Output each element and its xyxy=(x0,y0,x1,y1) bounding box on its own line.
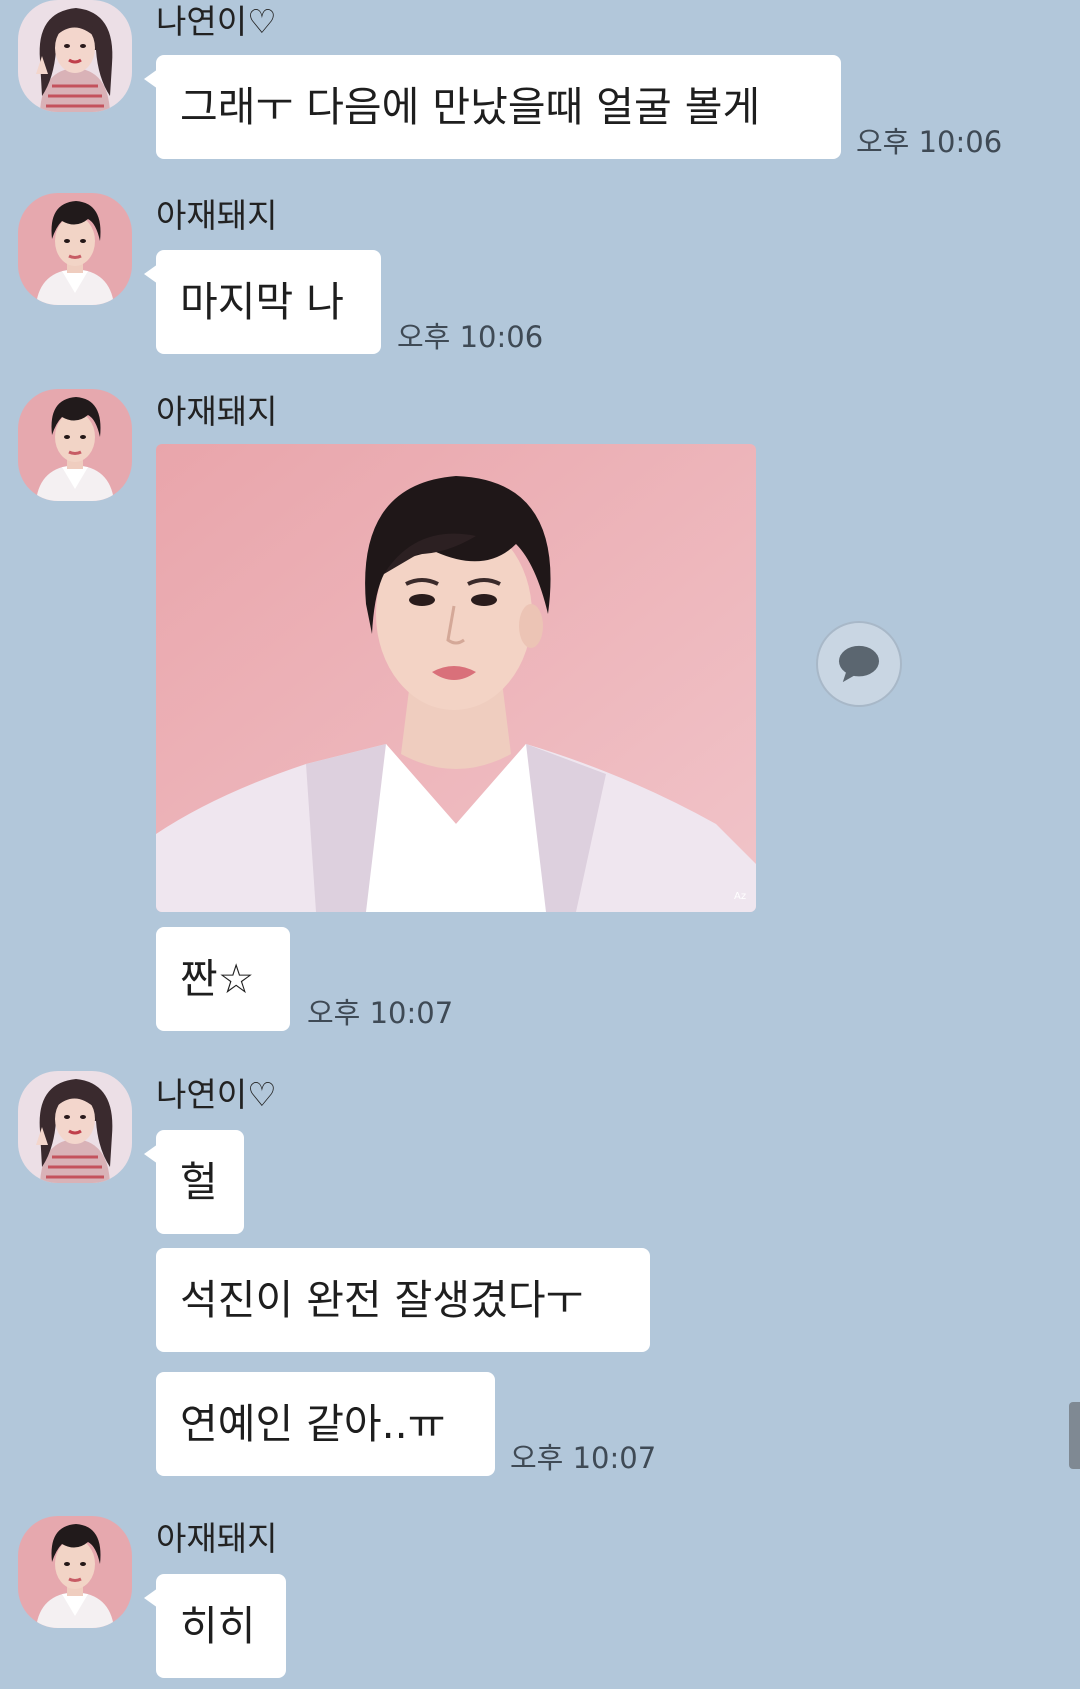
message-text: 히히 xyxy=(180,1602,256,1650)
avatar-female[interactable] xyxy=(18,1071,132,1183)
avatar-male[interactable] xyxy=(18,1516,132,1628)
sender-name: 아재돼지 xyxy=(156,196,278,235)
scrollbar-thumb[interactable] xyxy=(1069,1402,1080,1469)
avatar-male[interactable] xyxy=(18,193,132,305)
message-time: 오후 10:07 xyxy=(510,1441,657,1475)
message-text: 마지막 나 xyxy=(180,278,344,326)
message-bubble[interactable]: 마지막 나 xyxy=(144,250,381,354)
sender-name: 아재돼지 xyxy=(156,392,278,431)
message-bubble[interactable]: 그래ㅜ 다음에 만났을때 얼굴 볼게 xyxy=(144,55,841,159)
svg-text:Az: Az xyxy=(734,891,746,902)
message-bubble[interactable]: 연예인 같아..ㅠ xyxy=(156,1372,495,1476)
avatar-female[interactable] xyxy=(18,0,132,112)
message-text: 헐 xyxy=(180,1158,218,1206)
speech-bubble-icon xyxy=(838,645,880,683)
message-time: 오후 10:06 xyxy=(856,125,1003,159)
message-bubble[interactable]: 헐 xyxy=(144,1130,244,1234)
share-button[interactable] xyxy=(816,621,902,707)
message-time: 오후 10:07 xyxy=(307,996,454,1030)
message-bubble[interactable]: 짠☆ xyxy=(156,927,290,1031)
sender-name: 아재돼지 xyxy=(156,1519,278,1558)
message-text: 연예인 같아..ㅠ xyxy=(180,1400,446,1448)
message-text: 짠☆ xyxy=(180,955,255,1003)
shared-photo[interactable]: Az xyxy=(156,444,756,912)
message-bubble[interactable]: 히히 xyxy=(144,1574,286,1678)
sender-name: 나연이♡ xyxy=(156,2,277,41)
message-text: 그래ㅜ 다음에 만났을때 얼굴 볼게 xyxy=(180,83,761,131)
avatar-male[interactable] xyxy=(18,389,132,501)
sender-name: 나연이♡ xyxy=(156,1075,277,1114)
message-time: 오후 10:06 xyxy=(397,320,544,354)
message-bubble[interactable]: 석진이 완전 잘생겼다ㅜ xyxy=(156,1248,650,1352)
message-text: 석진이 완전 잘생겼다ㅜ xyxy=(180,1276,584,1324)
